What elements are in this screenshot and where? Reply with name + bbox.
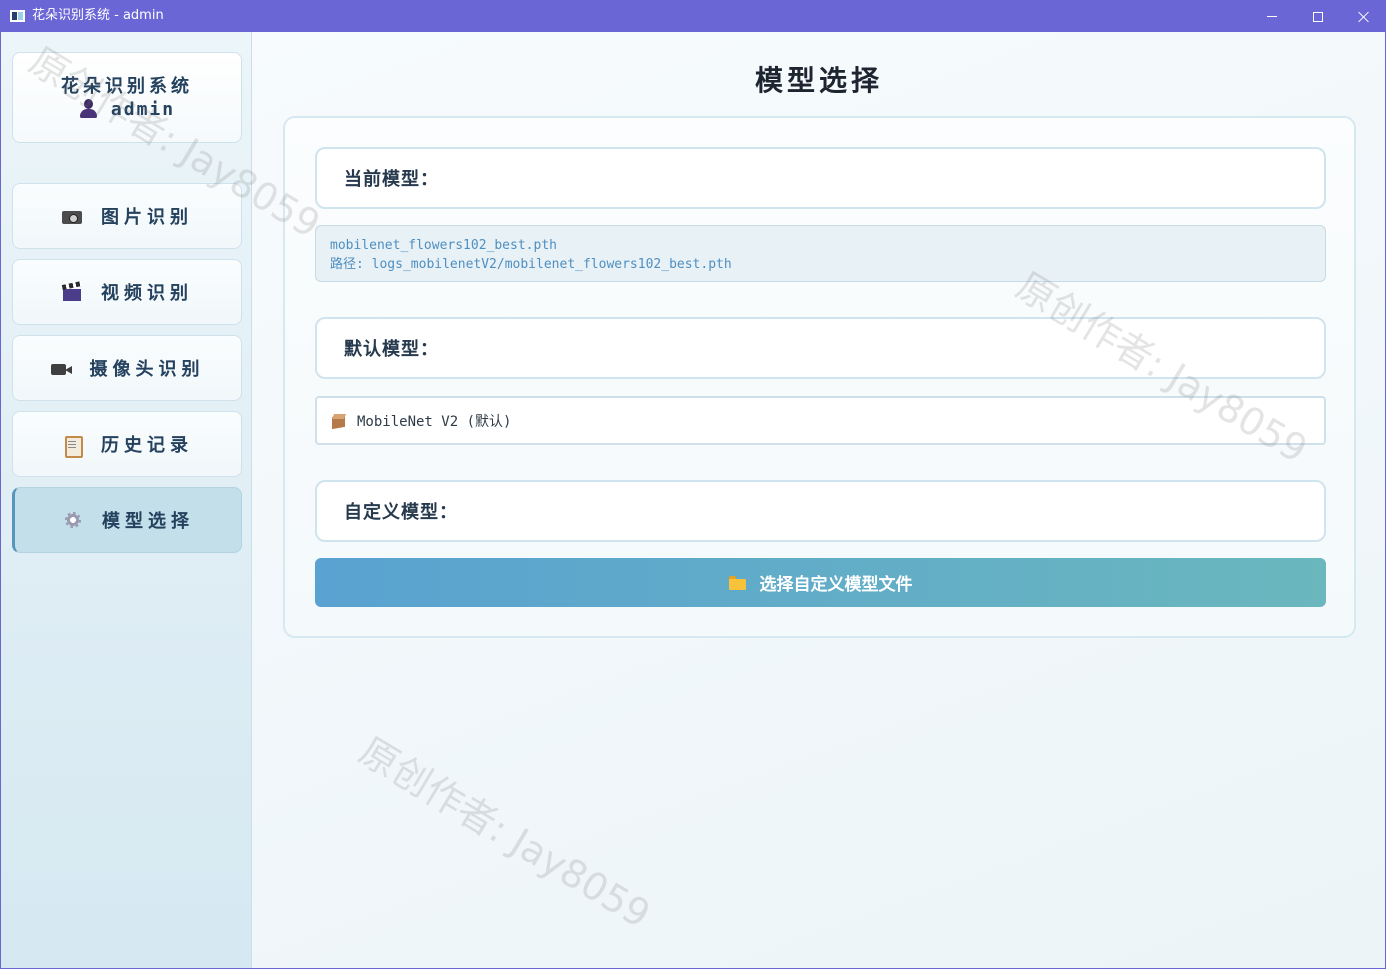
current-model-file: mobilenet_flowers102_best.pth: [330, 238, 557, 253]
app-icon: [10, 10, 25, 22]
select-custom-model-label: 选择自定义模型文件: [759, 575, 913, 595]
gear-icon: [62, 510, 84, 530]
folder-icon: [728, 575, 746, 590]
clapperboard-icon: [61, 282, 83, 302]
default-model-select[interactable]: MobileNet V2 (默认): [315, 396, 1326, 445]
sidebar: 花朵识别系统 admin 图片识别 视频识别 摄像头识别 历史记录 模型选择: [1, 32, 252, 968]
sidebar-item-model-selection[interactable]: 模型选择: [12, 487, 242, 553]
close-button[interactable]: [1341, 1, 1385, 32]
default-model-label: 默认模型：: [315, 317, 1326, 379]
sidebar-item-image-recognition[interactable]: 图片识别: [12, 183, 242, 249]
minimize-button[interactable]: [1249, 1, 1295, 32]
select-custom-model-button[interactable]: 选择自定义模型文件: [315, 558, 1326, 607]
model-panel: 当前模型： mobilenet_flowers102_best.pth 路径: …: [283, 116, 1356, 638]
sidebar-item-label: 历史记录: [101, 435, 193, 456]
sidebar-item-label: 视频识别: [101, 283, 193, 304]
close-icon: [1358, 11, 1370, 23]
clipboard-icon: [61, 434, 83, 458]
app-name: 花朵识别系统: [61, 76, 193, 97]
maximize-icon: [1313, 11, 1323, 22]
custom-model-label: 自定义模型：: [315, 480, 1326, 542]
sidebar-item-label: 摄像头识别: [89, 359, 205, 380]
minimize-icon: [1267, 16, 1277, 17]
maximize-button[interactable]: [1295, 1, 1341, 32]
user-card: 花朵识别系统 admin: [12, 52, 242, 143]
default-model-value: MobileNet V2 (默认): [357, 413, 512, 430]
current-model-path: 路径: logs_mobilenetV2/mobilenet_flowers10…: [330, 257, 732, 272]
window-title: 花朵识别系统 - admin: [32, 8, 164, 23]
sidebar-item-camera-recognition[interactable]: 摄像头识别: [12, 335, 242, 401]
main-content: 模型选择 当前模型： mobilenet_flowers102_best.pth…: [252, 32, 1385, 968]
title-bar: 花朵识别系统 - admin: [1, 1, 1385, 32]
camera-icon: [61, 206, 83, 226]
video-camera-icon: [50, 358, 72, 378]
package-icon: [331, 413, 347, 429]
app-window: 花朵识别系统 - admin 花朵识别系统 admin 图片识别 视频识别 摄像…: [0, 0, 1386, 969]
username: admin: [110, 99, 176, 120]
sidebar-item-label: 图片识别: [101, 207, 193, 228]
current-model-label: 当前模型：: [315, 147, 1326, 209]
user-icon: [79, 99, 97, 118]
sidebar-item-video-recognition[interactable]: 视频识别: [12, 259, 242, 325]
current-model-info: mobilenet_flowers102_best.pth 路径: logs_m…: [315, 225, 1326, 282]
sidebar-item-history[interactable]: 历史记录: [12, 411, 242, 477]
sidebar-item-label: 模型选择: [102, 511, 194, 532]
user-line: admin: [13, 99, 241, 120]
page-title: 模型选择: [754, 64, 883, 97]
